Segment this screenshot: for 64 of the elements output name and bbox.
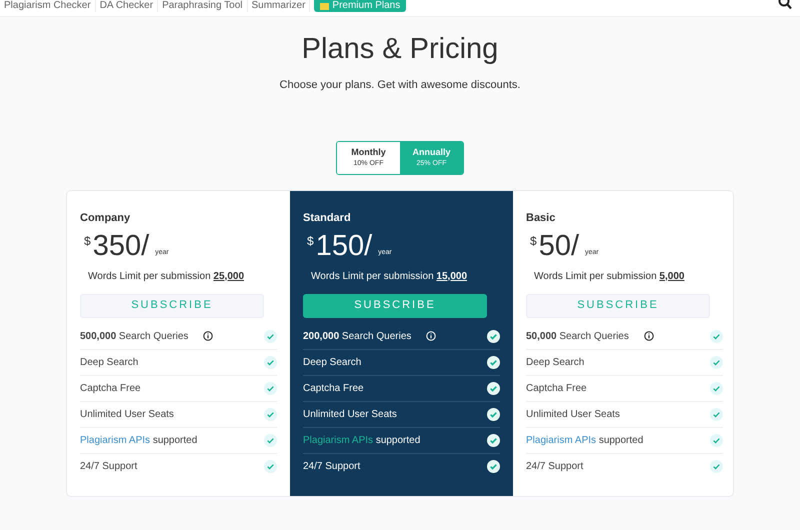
- nav-link[interactable]: Paraphrasing Tool: [158, 0, 248, 12]
- subscribe-button[interactable]: SUBSCRIBE: [80, 294, 264, 318]
- feature-text: Captcha Free: [526, 382, 587, 396]
- check-icon: [710, 382, 723, 394]
- search-icon[interactable]: [778, 0, 792, 10]
- feature-text: Plagiarism APIs supported: [526, 434, 644, 448]
- feature-text: Unlimited User Seats: [80, 408, 174, 422]
- feature-text: Unlimited User Seats: [303, 408, 397, 422]
- feature-text: 24/7 Support: [80, 460, 138, 474]
- check-icon: [264, 408, 277, 420]
- info-icon[interactable]: [644, 331, 654, 341]
- nav-link[interactable]: Plagiarism Checker: [0, 0, 96, 12]
- feature-text: Captcha Free: [303, 382, 364, 396]
- feature-link[interactable]: Plagiarism APIs: [303, 434, 374, 446]
- feature-text: Plagiarism APIs supported: [80, 434, 198, 448]
- check-icon: [487, 356, 500, 368]
- feature-text: Deep Search: [526, 356, 584, 370]
- check-icon: [487, 434, 500, 446]
- feature-text: Captcha Free: [80, 382, 141, 396]
- check-icon: [487, 330, 500, 342]
- price: 350/: [92, 230, 150, 260]
- feature-text: Deep Search: [303, 356, 362, 370]
- currency-symbol: $: [530, 232, 537, 250]
- nav-link[interactable]: Premium Plans: [314, 0, 406, 12]
- nav-link[interactable]: DA Checker: [96, 0, 158, 12]
- check-icon: [710, 460, 723, 473]
- feature-text: Unlimited User Seats: [526, 408, 620, 422]
- subscribe-button[interactable]: SUBSCRIBE: [303, 294, 487, 318]
- check-icon: [710, 356, 723, 368]
- feature-text: 24/7 Support: [303, 460, 360, 474]
- plan-name: Standard: [303, 210, 352, 224]
- feature-text: 500,000 Search Queries: [80, 330, 188, 344]
- feature-text: Plagiarism APIs supported: [303, 434, 420, 448]
- check-icon: [710, 408, 723, 420]
- currency-symbol: $: [307, 232, 314, 250]
- words-limit: Words Limit per submission 15,000: [311, 270, 468, 284]
- plan-name: Company: [80, 210, 132, 224]
- page-title: Plans & Pricing: [302, 32, 498, 67]
- check-icon: [487, 460, 500, 473]
- feature-text: 200,000 Search Queries: [303, 330, 412, 344]
- check-icon: [710, 330, 723, 342]
- check-icon: [487, 408, 500, 420]
- price: 50/: [538, 230, 580, 260]
- info-icon[interactable]: [203, 331, 214, 341]
- price: 150/: [316, 230, 372, 260]
- currency-symbol: $: [84, 232, 91, 250]
- feature-text: 50,000 Search Queries: [526, 330, 629, 344]
- check-icon: [264, 330, 277, 342]
- feature-text: 24/7 Support: [526, 460, 584, 474]
- check-icon: [264, 382, 277, 394]
- check-icon: [264, 434, 277, 446]
- page-subtitle: Choose your plans. Get with awesome discounts.: [280, 78, 520, 93]
- feature-link[interactable]: Plagiarism APIs: [526, 434, 596, 446]
- feature-text: Deep Search: [80, 356, 138, 370]
- subscribe-button[interactable]: SUBSCRIBE: [526, 294, 710, 318]
- check-icon: [487, 382, 500, 394]
- words-limit: Words Limit per submission 5,000: [534, 270, 686, 284]
- plan-name: Basic: [526, 210, 556, 224]
- check-icon: [264, 460, 277, 473]
- feature-link[interactable]: Plagiarism APIs: [80, 434, 150, 446]
- words-limit: Words Limit per submission 25,000: [88, 270, 246, 284]
- nav-link[interactable]: Summarizer: [248, 0, 310, 12]
- check-icon: [710, 434, 723, 446]
- check-icon: [264, 356, 277, 368]
